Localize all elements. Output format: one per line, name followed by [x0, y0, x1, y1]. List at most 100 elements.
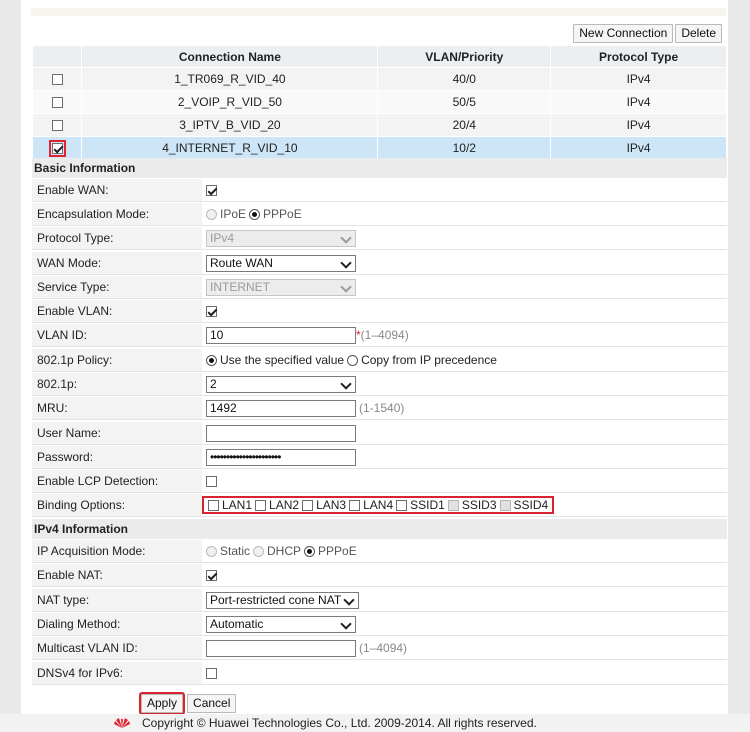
acq-pppoe-radio[interactable]: [304, 545, 316, 557]
chevron-down-icon: [340, 231, 352, 244]
policy-specified-radio[interactable]: [206, 354, 217, 366]
encap-ipoe-radio[interactable]: [206, 208, 217, 220]
protocol-type-cell: IPv4: [550, 90, 727, 114]
nat-type-value: Port-restricted cone NAT: [210, 592, 342, 607]
acq-dhcp-label: DHCP: [267, 544, 302, 558]
user-name-input[interactable]: [206, 424, 356, 442]
vlan-id-row: VLAN ID: 10 *(1–4094): [32, 324, 727, 347]
ipv4-information-header: IPv4 Information: [32, 519, 727, 539]
multicast-vlan-label: Multicast VLAN ID:: [32, 637, 202, 659]
dnsv4-row: DNSv4 for IPv6:: [32, 662, 727, 685]
enable-vlan-checkbox[interactable]: [206, 305, 217, 317]
copyright-text: Copyright © Huawei Technologies Co., Ltd…: [142, 716, 537, 730]
nat-type-row: NAT type: Port-restricted cone NAT: [32, 589, 727, 612]
wan-mode-value: Route WAN: [210, 255, 273, 270]
acq-pppoe-label: PPPoE: [318, 544, 357, 558]
table-row[interactable]: 2_VOIP_R_VID_50 50/5 IPv4: [31, 90, 727, 114]
vlan-id-input[interactable]: 10: [206, 326, 356, 344]
table-row-selected[interactable]: 4_INTERNET_R_VID_10 10/2 IPv4: [31, 136, 727, 160]
wan-mode-label: WAN Mode:: [32, 252, 202, 274]
multicast-vlan-input[interactable]: [206, 639, 356, 657]
ssid4-checkbox[interactable]: [499, 499, 511, 511]
table-header-row: Connection Name VLAN/Priority Protocol T…: [31, 45, 727, 68]
nat-type-label: NAT type:: [32, 589, 202, 611]
table-row[interactable]: 3_IPTV_B_VID_20 20/4 IPv4: [31, 113, 727, 137]
ssid1-checkbox[interactable]: [396, 499, 408, 511]
encapsulation-mode-label: Encapsulation Mode:: [32, 203, 202, 225]
chevron-down-icon: [343, 593, 355, 606]
ssid4-label: SSID4: [513, 498, 549, 512]
p8021-label: 802.1p:: [32, 373, 202, 395]
connection-name-cell: 2_VOIP_R_VID_50: [81, 90, 379, 114]
chevron-down-icon: [340, 617, 352, 630]
encap-pppoe-radio[interactable]: [249, 208, 261, 220]
apply-button[interactable]: Apply: [138, 692, 186, 715]
enable-wan-checkbox[interactable]: [206, 184, 217, 196]
protocol-type-select[interactable]: IPv4: [206, 229, 356, 247]
basic-information-header: Basic Information: [32, 158, 727, 178]
acq-dhcp-radio[interactable]: [253, 545, 265, 557]
chevron-down-icon: [340, 256, 352, 269]
protocol-type-cell: IPv4: [550, 136, 727, 160]
service-type-select[interactable]: INTERNET: [206, 278, 356, 296]
policy-copy-label: Copy from IP precedence: [361, 353, 497, 367]
cancel-button[interactable]: Cancel: [187, 694, 237, 713]
policy-row: 802.1p Policy: Use the specified value C…: [32, 349, 727, 372]
encap-pppoe-label: PPPoE: [263, 207, 302, 221]
policy-label: 802.1p Policy:: [32, 349, 202, 371]
lan4-checkbox[interactable]: [349, 499, 361, 511]
huawei-logo-icon: [114, 718, 130, 728]
p8021-select[interactable]: 2: [206, 375, 356, 393]
dialing-method-row: Dialing Method: Automatic: [32, 613, 727, 636]
lan2-label: LAN2: [269, 498, 300, 512]
encap-ipoe-label: IPoE: [220, 207, 247, 221]
p8021-row: 802.1p: 2: [32, 373, 727, 396]
form-actions: Apply Cancel: [138, 692, 237, 715]
top-strip: [31, 8, 726, 16]
connection-toolbar: New Connection Delete: [573, 24, 722, 43]
wan-mode-select[interactable]: Route WAN: [206, 254, 356, 272]
service-type-value: INTERNET: [210, 279, 270, 294]
vlan-priority-cell: 10/2: [377, 136, 552, 160]
lan1-checkbox[interactable]: [208, 499, 219, 511]
dnsv4-checkbox[interactable]: [206, 667, 217, 679]
lan4-label: LAN4: [363, 498, 394, 512]
row-checkbox[interactable]: [51, 120, 63, 132]
row-checkbox[interactable]: [51, 97, 63, 109]
dialing-method-select[interactable]: Automatic: [206, 615, 356, 633]
lan3-label: LAN3: [316, 498, 347, 512]
select-column-header: [31, 45, 83, 68]
user-name-label: User Name:: [32, 422, 202, 444]
enable-nat-checkbox[interactable]: [206, 569, 217, 581]
connection-name-cell: 4_INTERNET_R_VID_10: [81, 136, 379, 160]
multicast-vlan-hint: (1–4094): [359, 641, 408, 655]
chevron-down-icon: [340, 280, 352, 293]
mru-label: MRU:: [32, 397, 202, 419]
column-header-connection-name: Connection Name: [81, 45, 379, 68]
nat-type-select[interactable]: Port-restricted cone NAT: [206, 591, 359, 609]
lcp-checkbox[interactable]: [206, 475, 217, 487]
row-checkbox-checked[interactable]: [48, 140, 66, 158]
ssid3-checkbox[interactable]: [447, 499, 459, 511]
acq-static-radio[interactable]: [206, 545, 217, 557]
lan3-checkbox[interactable]: [302, 499, 314, 511]
dialing-method-value: Automatic: [210, 616, 264, 631]
column-header-vlan-priority: VLAN/Priority: [377, 45, 552, 68]
ssid3-label: SSID3: [461, 498, 497, 512]
new-connection-button[interactable]: New Connection: [573, 24, 674, 43]
password-input[interactable]: ••••••••••••••••••••••: [206, 448, 356, 466]
encapsulation-mode-row: Encapsulation Mode: IPoE PPPoE: [32, 203, 727, 226]
binding-options-row: Binding Options: LAN1 LAN2 LAN3 LAN4 SSI…: [32, 494, 727, 517]
delete-button[interactable]: Delete: [675, 24, 722, 43]
lan2-checkbox[interactable]: [255, 499, 267, 511]
service-type-row: Service Type: INTERNET: [32, 276, 727, 299]
binding-options-label: Binding Options:: [32, 494, 202, 516]
binding-options-group: LAN1 LAN2 LAN3 LAN4 SSID1 SSID3 SSID4: [202, 496, 555, 514]
ip-acquisition-row: IP Acquisition Mode: Static DHCP PPPoE: [32, 540, 727, 563]
policy-copy-radio[interactable]: [347, 354, 359, 366]
row-checkbox[interactable]: [51, 74, 63, 86]
mru-input[interactable]: 1492: [206, 399, 356, 417]
vlan-priority-cell: 40/0: [377, 67, 552, 91]
table-row[interactable]: 1_TR069_R_VID_40 40/0 IPv4: [31, 67, 727, 91]
lan1-label: LAN1: [222, 498, 253, 512]
